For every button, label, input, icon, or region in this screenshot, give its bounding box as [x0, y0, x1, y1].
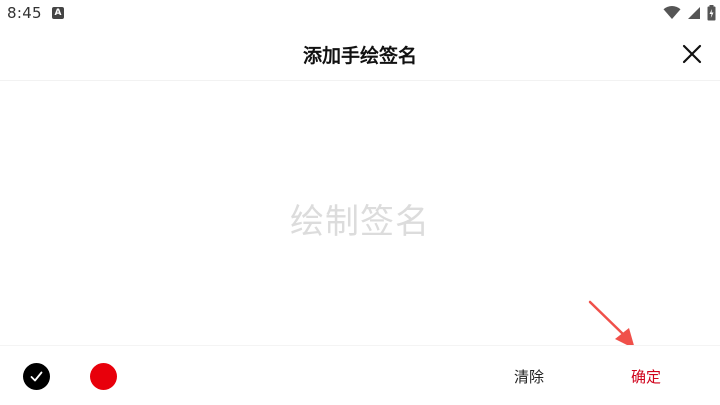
battery-icon: [707, 5, 716, 21]
confirm-button[interactable]: 确定: [622, 366, 670, 387]
close-button[interactable]: [680, 42, 704, 66]
canvas-placeholder: 绘制签名: [290, 202, 430, 242]
page-title: 添加手绘签名: [302, 45, 417, 67]
color-swatch-black[interactable]: [23, 363, 50, 390]
color-swatch-red[interactable]: [90, 363, 117, 390]
clear-button[interactable]: 清除: [505, 366, 553, 387]
wifi-icon: [663, 6, 681, 19]
status-icons: [663, 5, 716, 21]
check-icon: [30, 371, 43, 382]
close-icon: [682, 44, 702, 64]
bottom-toolbar: 清除 确定: [0, 345, 720, 405]
signature-screen: 8:45 A 添加手绘签名 绘制签名 清除 确定: [0, 0, 720, 405]
status-time: 8:45: [7, 4, 42, 22]
signal-icon: [688, 7, 700, 19]
header: 添加手绘签名: [0, 28, 720, 81]
status-bar: 8:45 A: [0, 0, 720, 28]
app-notification-icon: A: [52, 7, 64, 19]
